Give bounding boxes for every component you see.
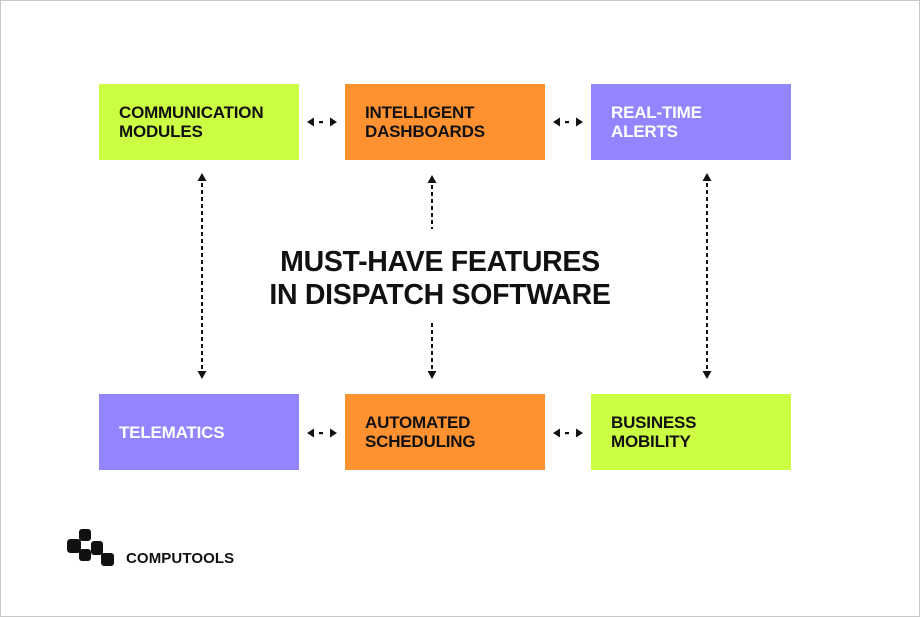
feature-label: INTELLIGENT DASHBOARDS	[365, 103, 485, 141]
feature-label: REAL-TIME ALERTS	[611, 103, 702, 141]
double-arrow-vertical-icon	[702, 173, 712, 379]
feature-automated-scheduling: AUTOMATED SCHEDULING	[345, 394, 545, 470]
double-arrow-horizontal-icon	[553, 117, 583, 127]
arrow-up-dotted-icon	[427, 175, 437, 229]
diagram-title: MUST-HAVE FEATURES IN DISPATCH SOFTWARE	[269, 246, 611, 311]
double-arrow-horizontal-icon	[307, 428, 337, 438]
double-arrow-horizontal-icon	[553, 428, 583, 438]
feature-label: COMMUNICATION MODULES	[119, 103, 264, 141]
arrow-down-dotted-icon	[427, 323, 437, 379]
feature-real-time-alerts: REAL-TIME ALERTS	[591, 84, 791, 160]
feature-business-mobility: BUSINESS MOBILITY	[591, 394, 791, 470]
computools-logo-icon	[67, 529, 114, 566]
feature-intelligent-dashboards: INTELLIGENT DASHBOARDS	[345, 84, 545, 160]
feature-label: AUTOMATED SCHEDULING	[365, 413, 476, 451]
feature-telematics: TELEMATICS	[99, 394, 299, 470]
double-arrow-horizontal-icon	[307, 117, 337, 127]
feature-label: TELEMATICS	[119, 422, 225, 442]
feature-label: BUSINESS MOBILITY	[611, 413, 697, 451]
feature-communication-modules: COMMUNICATION MODULES	[99, 84, 299, 160]
brand-name: COMPUTOOLS	[126, 550, 235, 567]
